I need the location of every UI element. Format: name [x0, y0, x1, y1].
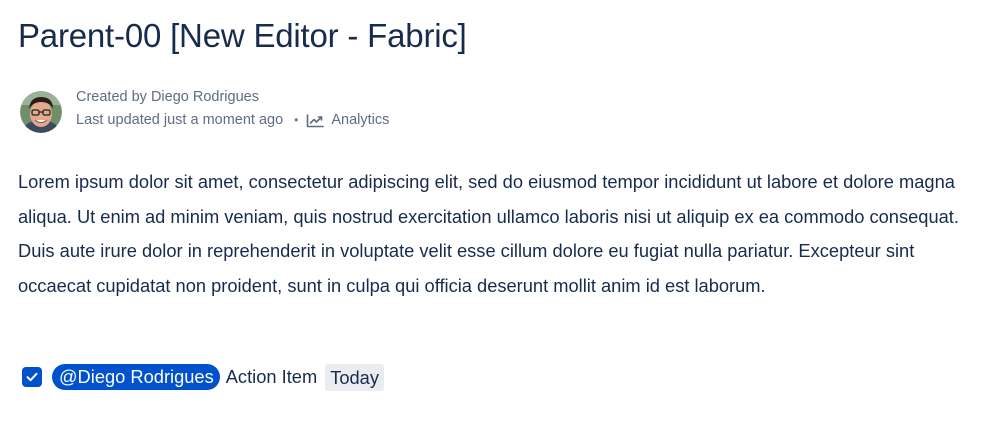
line-chart-icon — [306, 113, 325, 128]
created-by: Created by Diego Rodrigues — [76, 89, 259, 105]
action-item: @Diego Rodrigues Action Item Today — [22, 362, 384, 392]
analytics-label: Analytics — [331, 112, 390, 128]
page-title: Parent-00 [New Editor - Fabric] — [18, 17, 467, 54]
avatar-image — [20, 91, 62, 133]
author-avatar[interactable] — [20, 91, 62, 133]
last-updated[interactable]: Last updated just a moment ago — [76, 109, 283, 132]
byline-separator: • — [294, 113, 299, 127]
body-paragraph: Lorem ipsum dolor sit amet, consectetur … — [18, 171, 959, 296]
byline: Created by Diego Rodrigues Last updated … — [20, 86, 389, 136]
due-date-lozenge[interactable]: Today — [325, 363, 384, 391]
checkmark-icon — [26, 372, 38, 382]
byline-meta-row: Last updated just a moment ago • Analyti… — [76, 109, 389, 132]
byline-text: Created by Diego Rodrigues Last updated … — [76, 86, 389, 132]
analytics-link[interactable]: Analytics — [306, 109, 389, 132]
action-item-text[interactable]: Action Item — [226, 366, 317, 388]
action-item-checkbox[interactable] — [22, 367, 42, 387]
user-mention[interactable]: @Diego Rodrigues — [52, 364, 220, 390]
